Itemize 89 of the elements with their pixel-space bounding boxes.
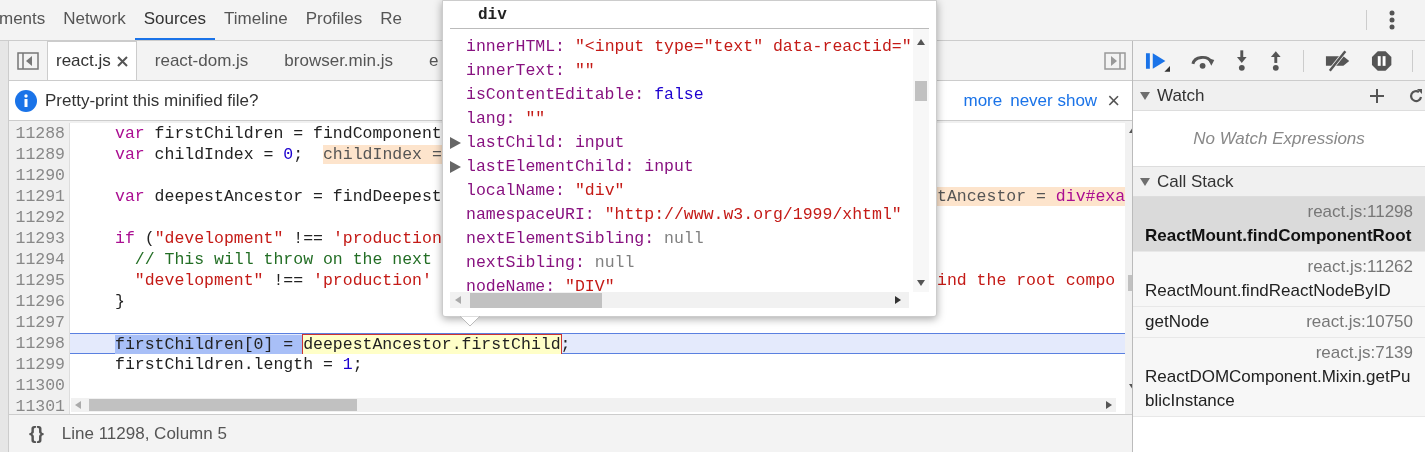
property-row-text: lang: "" (466, 108, 546, 130)
panel-tab[interactable]: Timeline (215, 0, 297, 40)
expanded-triangle-icon[interactable] (1139, 175, 1151, 188)
close-icon[interactable] (116, 55, 128, 67)
property-row-text: lastElementChild: input (466, 156, 694, 178)
scroll-up-arrow-icon[interactable] (917, 39, 925, 45)
scroll-right-arrow-icon[interactable] (895, 296, 901, 304)
line-number: 11292 (9, 207, 70, 228)
expand-triangle-icon[interactable] (450, 161, 461, 173)
file-tab[interactable]: react-dom.js (136, 41, 267, 80)
pause-on-exceptions-icon[interactable] (1370, 49, 1393, 72)
infobar-close[interactable]: × (1107, 89, 1120, 112)
file-tab[interactable]: browser.min.js (266, 41, 411, 80)
more-menu-icon[interactable] (1389, 10, 1395, 30)
call-stack-frame[interactable]: react.js:7139 ReactDOMComponent.Mixin.getPublicInstance (1133, 338, 1425, 417)
code-text: tAncestor = div#exa (937, 186, 1126, 207)
panel-tab[interactable]: ments (0, 0, 55, 40)
scrollbar-thumb[interactable] (89, 399, 357, 411)
line-number: 11296 (9, 291, 70, 312)
pretty-print-button[interactable]: {} (29, 419, 44, 448)
property-row-text: localName: "div" (466, 180, 625, 202)
frame-location: react.js:10750 (1306, 311, 1413, 333)
property-row-text: innerHTML: "<input type="text" data-reactid=" (466, 36, 912, 58)
property-row-text: nodeName: "DIV" (466, 276, 615, 292)
scroll-down-arrow-icon[interactable] (917, 280, 925, 286)
panel-tab[interactable]: Re (371, 0, 412, 40)
line-number: 11300 (9, 375, 70, 396)
infobar-message: Pretty-print this minified file? (45, 89, 259, 112)
line-number: 11289 (9, 144, 70, 165)
frame-name: ReactDOMComponent.Mixin.getPublicInstance (1145, 366, 1412, 412)
frame-location: react.js:11298 (1307, 201, 1413, 223)
line-number: 11298 (9, 333, 70, 354)
step-out-icon[interactable] (1269, 49, 1283, 72)
frame-name: ReactMount.findComponentRoot (1145, 225, 1413, 247)
expand-triangle-icon[interactable] (450, 137, 461, 149)
step-into-icon[interactable] (1235, 49, 1249, 72)
call-stack-frame[interactable]: getNode react.js:10750 (1133, 307, 1425, 338)
refresh-icon[interactable] (1409, 87, 1423, 104)
frame-location: react.js:7139 (1315, 342, 1413, 364)
line-number: 11299 (9, 354, 70, 375)
expanded-triangle-icon[interactable] (1139, 89, 1151, 102)
line-number: 11291 (9, 186, 70, 207)
call-stack-frame[interactable]: react.js:11298 ReactMount.findComponentRoot (1133, 197, 1425, 252)
code-text: var firstChildren = findComponent (115, 124, 442, 143)
line-number: 11294 (9, 249, 70, 270)
add-icon[interactable] (1369, 87, 1385, 104)
frame-location: react.js:11262 (1307, 256, 1413, 278)
call-stack-frame[interactable]: react.js:11262 ReactMount.findReactNodeByID (1133, 252, 1425, 307)
scroll-right-arrow-icon[interactable] (1106, 401, 1112, 409)
debugger-toggle-icon[interactable] (1104, 51, 1126, 70)
line-number: 11288 (9, 123, 70, 144)
code-text: ind the root compo (937, 270, 1116, 291)
popover-title: div (478, 4, 507, 26)
panel-tab[interactable]: Network (54, 0, 135, 40)
property-row-text: isContentEditable: false (466, 84, 704, 106)
property-row-text: nextSibling: null (466, 252, 635, 274)
code-text: firstChildren.length = 1; (115, 355, 363, 374)
code-text: // This will throw on the next (133, 250, 432, 269)
line-number: 11301 (9, 396, 70, 414)
scrollbar-thumb[interactable] (470, 292, 602, 308)
sidebar-toggle-icon[interactable] (17, 51, 39, 70)
infobar-link[interactable]: never show (1010, 87, 1098, 114)
file-tab[interactable]: react.js (47, 41, 137, 80)
scrollbar-thumb[interactable] (915, 81, 927, 101)
line-number: 11290 (9, 165, 70, 186)
infobar-link[interactable]: more (963, 87, 1003, 114)
frame-name: ReactMount.findReactNodeByID (1145, 280, 1392, 302)
deactivate-breakpoints-icon[interactable] (1323, 49, 1351, 72)
frame-name: getNode (1145, 311, 1210, 333)
property-row-text: innerText: "" (466, 60, 595, 82)
property-row-text: nextElementSibling: null (466, 228, 704, 250)
code-text: var deepestAncestor = findDeepest (115, 187, 442, 206)
property-row-text: lastChild: input (466, 132, 625, 154)
info-icon (15, 89, 37, 112)
panel-tab[interactable]: Profiles (296, 0, 372, 40)
line-number: 11297 (9, 312, 70, 333)
line-number: 11293 (9, 228, 70, 249)
popover-horizontal-scrollbar[interactable] (450, 292, 909, 308)
property-row-text: namespaceURI: "http://www.w3.org/1999/xhtml" (466, 204, 902, 226)
code-text: var childIndex = 0; childIndex = (115, 145, 442, 164)
code-text: if ("development" !== 'production (115, 229, 442, 248)
section-title[interactable]: Watch (1157, 82, 1205, 109)
line-number: 11295 (9, 270, 70, 291)
code-text: } (115, 292, 125, 311)
popover-vertical-scrollbar[interactable] (913, 29, 929, 292)
cursor-position: Line 11298, Column 5 (61, 422, 227, 445)
code-text: "development" !== 'production' (133, 271, 432, 290)
empty-watch-message: No Watch Expressions (1193, 127, 1365, 150)
horizontal-scrollbar[interactable] (71, 398, 1116, 412)
